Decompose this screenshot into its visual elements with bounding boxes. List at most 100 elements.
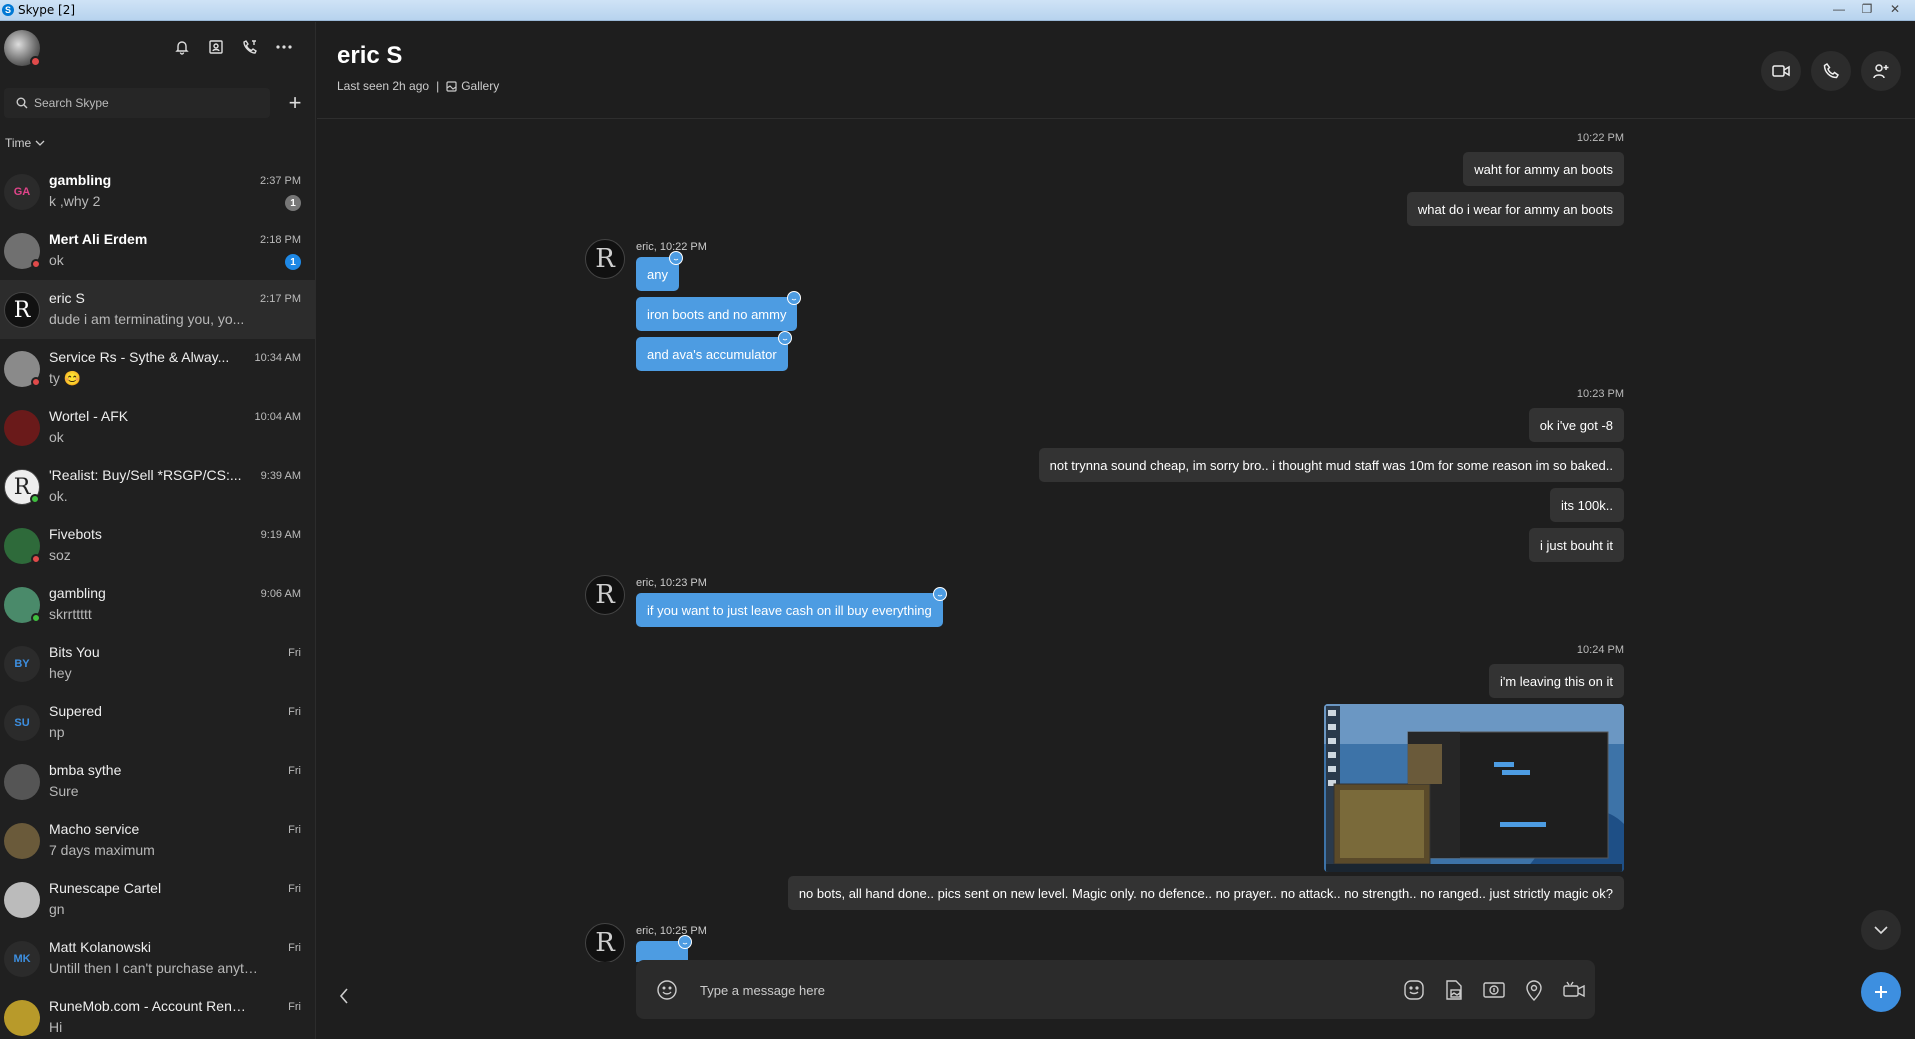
reaction-icon[interactable] xyxy=(787,291,802,305)
chevron-down-icon xyxy=(35,140,45,146)
conversation-name: Matt Kolanowski xyxy=(49,939,151,955)
timestamp: 10:23 PM xyxy=(1576,388,1624,400)
avatar xyxy=(4,410,40,446)
conversation-name: Service Rs - Sythe & Alway... xyxy=(49,349,230,365)
conversation-item[interactable]: RuneMob.com - Account Rentals... Hi Fri xyxy=(0,988,316,1039)
conversation-item[interactable]: GA gambling k ,why 2 2:37 PM 1 xyxy=(0,162,316,221)
incoming-message[interactable]: any xyxy=(636,251,683,291)
outgoing-message[interactable]: i'm leaving this on it xyxy=(1488,664,1624,698)
search-icon xyxy=(16,97,28,109)
avatar xyxy=(4,764,40,800)
add-person-button[interactable] xyxy=(1861,51,1901,91)
contact-avatar[interactable]: R xyxy=(585,923,625,962)
conversation-item[interactable]: Wortel - AFK ok 10:04 AM xyxy=(0,398,316,457)
minimize-button[interactable]: — xyxy=(1825,0,1853,18)
contact-avatar[interactable]: R xyxy=(585,575,625,615)
incoming-message[interactable]: iron boots and no ammy xyxy=(636,291,802,331)
more-icon[interactable] xyxy=(273,36,295,58)
search-box[interactable] xyxy=(4,88,270,118)
conversation-time: 2:18 PM xyxy=(260,234,301,246)
audio-call-button[interactable] xyxy=(1811,51,1851,91)
sticker-icon xyxy=(1404,980,1424,1000)
search-input[interactable] xyxy=(34,96,254,110)
conversation-item[interactable]: bmba sythe Sure Fri xyxy=(0,752,316,811)
conversation-item[interactable]: gambling skrrttttt 9:06 AM xyxy=(0,575,316,634)
incoming-meta: eric, 10:23 PM xyxy=(636,577,707,589)
restore-button[interactable]: ❐ xyxy=(1853,0,1881,18)
conversation-preview: k ,why 2 xyxy=(49,193,101,209)
collapse-sidebar-button[interactable] xyxy=(332,984,356,1008)
reaction-icon[interactable] xyxy=(668,251,683,265)
add-person-icon xyxy=(1873,64,1889,79)
contact-avatar[interactable]: R xyxy=(585,239,625,279)
conversation-item[interactable]: SU Supered np Fri xyxy=(0,693,316,752)
send-money-button[interactable] xyxy=(1481,977,1507,1003)
conversation-item[interactable]: BY Bits You hey Fri xyxy=(0,634,316,693)
audio-call-icon xyxy=(1823,63,1839,79)
outgoing-message[interactable]: waht for ammy an boots xyxy=(1463,152,1624,186)
file-share-icon xyxy=(1446,980,1462,1000)
outgoing-message[interactable]: its 100k.. xyxy=(1549,488,1624,522)
close-button[interactable]: ✕ xyxy=(1881,0,1909,18)
conversation-time: Fri xyxy=(288,1001,301,1013)
profile-avatar[interactable] xyxy=(4,30,41,67)
incoming-message[interactable]: if you want to just leave cash on ill bu… xyxy=(636,587,947,627)
chat-header: eric S Last seen 2h ago | Gallery xyxy=(317,22,1915,119)
conversation-item[interactable]: Mert Ali Erdem ok 2:18 PM 1 xyxy=(0,221,316,280)
outgoing-message[interactable]: no bots, all hand done.. pics sent on ne… xyxy=(787,876,1624,910)
incoming-message-partial[interactable] xyxy=(636,935,692,962)
call-log-icon[interactable] xyxy=(239,36,261,58)
message-input[interactable] xyxy=(700,978,1300,1002)
outgoing-message[interactable]: not trynna sound cheap, im sorry bro.. i… xyxy=(1038,448,1624,482)
incoming-message-text: any xyxy=(647,266,668,282)
emoji-icon xyxy=(657,980,677,1000)
location-button[interactable] xyxy=(1521,977,1547,1003)
reaction-icon[interactable] xyxy=(678,935,692,949)
conversation-item[interactable]: Reric S dude i am terminating you, yo... 2… xyxy=(0,280,316,339)
gallery-link[interactable]: Gallery xyxy=(446,79,499,93)
outgoing-message[interactable]: i just bouht it xyxy=(1529,528,1624,562)
conversation-name: RuneMob.com - Account Rentals... xyxy=(49,998,249,1014)
file-share-button[interactable] xyxy=(1441,977,1467,1003)
sort-label: Time xyxy=(5,136,32,150)
sticker-button[interactable] xyxy=(1401,977,1427,1003)
reaction-icon[interactable] xyxy=(777,331,792,345)
add-content-button[interactable] xyxy=(1861,972,1901,1012)
sort-dropdown[interactable]: Time xyxy=(5,136,45,150)
conversation-name: gambling xyxy=(49,172,112,188)
video-message-button[interactable] xyxy=(1561,977,1587,1003)
new-chat-button[interactable]: + xyxy=(280,88,310,118)
contacts-icon[interactable] xyxy=(205,36,227,58)
conversation-name: Bits You xyxy=(49,644,100,660)
video-call-button[interactable] xyxy=(1761,51,1801,91)
gallery-label: Gallery xyxy=(461,79,500,93)
conversation-item[interactable]: MK Matt Kolanowski Untill then I can't pur… xyxy=(0,929,316,988)
conversation-time: 10:34 AM xyxy=(254,352,301,364)
conversation-item[interactable]: Service Rs - Sythe & Alway... ty 😊 10:34 A… xyxy=(0,339,316,398)
conversation-preview: gn xyxy=(49,901,65,917)
conversation-name: Macho service xyxy=(49,821,140,837)
conversation-item[interactable]: R 'Realist: Buy/Sell *RSGP/CS:... ok. 9:39 … xyxy=(0,457,316,516)
emoji-button[interactable] xyxy=(656,979,678,1001)
conversation-time: 2:37 PM xyxy=(260,175,301,187)
conversation-time: 10:04 AM xyxy=(254,411,301,423)
scroll-to-bottom-button[interactable] xyxy=(1861,910,1901,950)
conversation-item[interactable]: Runescape Cartel gn Fri xyxy=(0,870,316,929)
conversation-item[interactable]: Macho service 7 days maximum Fri xyxy=(0,811,316,870)
incoming-message[interactable]: and ava's accumulator xyxy=(636,331,792,371)
conversation-time: 2:17 PM xyxy=(260,293,301,305)
image-attachment[interactable] xyxy=(1324,704,1624,872)
conversation-preview: dude i am terminating you, yo... xyxy=(49,311,245,327)
video-call-icon xyxy=(1772,65,1790,77)
outgoing-message[interactable]: ok i've got -8 xyxy=(1528,408,1624,442)
conversation-item[interactable]: Fivebots soz 9:19 AM xyxy=(0,516,316,575)
conversation-name: Supered xyxy=(49,703,102,719)
chevron-down-icon xyxy=(1874,926,1888,935)
gallery-icon xyxy=(446,80,457,92)
conversation-name: Fivebots xyxy=(49,526,102,542)
reaction-icon[interactable] xyxy=(932,587,947,601)
outgoing-message[interactable]: what do i wear for ammy an boots xyxy=(1406,192,1624,226)
chat-title[interactable]: eric S xyxy=(337,42,402,70)
bell-icon[interactable] xyxy=(171,36,193,58)
conversation-name: Wortel - AFK xyxy=(49,408,129,424)
